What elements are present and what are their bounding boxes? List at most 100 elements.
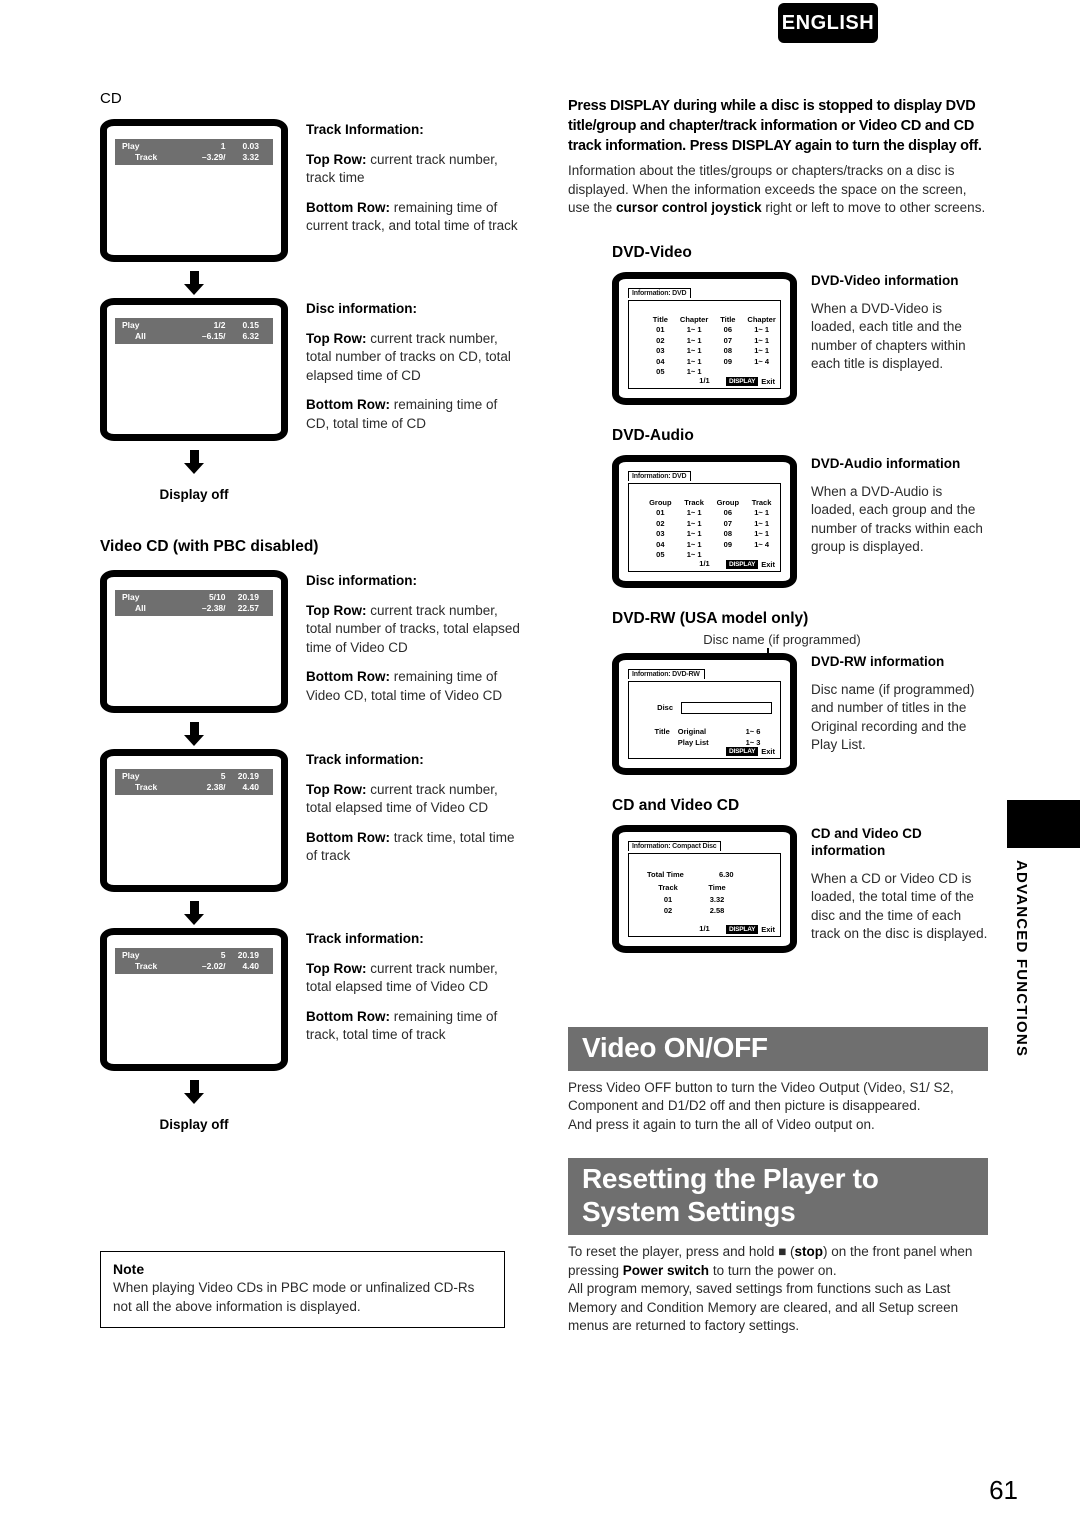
tv-screen-illustration: Play 1 0.03 Track –3.29/ 3.32 [100,119,288,262]
osd-value-1: 5/10 [208,592,226,602]
display-button-chip[interactable]: DISPLAY [726,376,759,386]
cell: 1~ 4 [754,356,769,366]
cell: 03 [656,529,665,538]
display-button-chip[interactable]: DISPLAY [726,924,759,934]
vcd-display-off-label: Display off [159,1117,229,1132]
osd-value-3: –6.15/ [201,330,226,341]
cell: 09 [723,539,733,549]
description-title: Track information: [306,752,424,767]
intro-body-text: Information about the titles/groups or c… [568,162,988,218]
flow-description: Disc information: Top Row: current track… [288,298,520,433]
row-label: Bottom Row: [306,1008,390,1024]
screen-tab-label: Information: DVD [628,287,692,298]
screen-exit-control[interactable]: DISPLAY Exit [726,376,775,386]
table-header-row: Title Chapter Title Chapter [629,315,780,326]
cell: 01 [663,894,673,904]
language-badge-label: ENGLISH [781,11,875,34]
table-row: 02 1~ 1 07 1~ 1 [629,336,780,347]
description-title: Disc information: [306,573,418,588]
cell: 1~ 1 [686,518,702,528]
disc-name-field[interactable] [681,701,772,714]
cell: 1~ 1 [686,335,702,345]
flow-arrow-down [100,1071,288,1107]
table-row: 03 1~ 1 08 1~ 1 [629,346,780,357]
intro-part-2: right or left to move to other screens. [761,200,986,215]
table-header-row: Track Time [647,883,745,892]
info-title: DVD-Audio information [811,455,961,471]
stop-keyword: stop [794,1244,824,1259]
col-header: Track [751,497,772,507]
osd-value-4: 4.40 [242,960,259,971]
screen-exit-control[interactable]: DISPLAY Exit [726,746,775,756]
note-body: When playing Video CDs in PBC mode or un… [113,1280,475,1314]
col-header: Group [716,497,740,507]
total-time-value: 6.30 [719,869,734,879]
arrow-down-icon [183,271,204,295]
cell: 08 [723,346,733,355]
dvd-video-table: Title Chapter Title Chapter 01 1~ 1 06 1… [629,315,780,378]
screen-exit-control[interactable]: DISPLAY Exit [726,559,775,569]
screen-exit-control[interactable]: DISPLAY Exit [726,924,775,934]
left-column: CD Play 1 0.03 Track –3.29/ 3.32 Track I… [100,90,520,1132]
osd-scope: Track [135,960,158,971]
row-label: Top Row: [306,960,367,976]
osd-value-3: –2.02/ [201,960,226,971]
row-label: Top Row: [306,151,367,167]
tv-screen-illustration: Play 1/2 0.15 All –6.15/ 6.32 [100,298,288,441]
col-header: Chapter [747,314,776,324]
dvd-rw-block: Information: DVD-RW Disc Title Original … [612,652,988,775]
cell: 1~ 1 [754,508,769,517]
table-row: Title Original 1~ 6 [639,726,772,737]
arrow-down-icon [183,450,204,474]
col-header: Track [658,882,678,892]
osd-bar: Play 5 20.19 Track –2.02/ 4.40 [115,948,273,974]
cd-display-off-label: Display off [159,487,229,502]
cell: 1~ 1 [686,346,702,355]
table-row: 04 1~ 1 09 1~ 4 [629,540,780,551]
tv-screen-illustration: Play 5/10 20.19 All –2.38/ 22.57 [100,570,288,713]
table-row: 02 2.58 [647,905,745,916]
exit-label: Exit [761,376,775,386]
osd-scope: Track [135,151,158,162]
display-button-chip[interactable]: DISPLAY [726,559,759,569]
col-header: Title [652,314,668,324]
vcd-flow-step-2: Play 5 20.19 Track 2.38/ 4.40 Track info… [100,749,520,928]
description-title: Disc information: [306,301,418,316]
table-header-row: Group Track Group Track [629,498,780,509]
side-tab-label: ADVANCED FUNCTIONS [1013,860,1030,1058]
cell: 01 [656,508,665,517]
cell: 02 [663,905,673,915]
total-time-row: Total Time 6.30 [647,870,770,879]
cd-video-cd-info: CD and Video CD information When a CD or… [797,825,988,944]
description-title: Track Information: [306,122,424,137]
exit-label: Exit [761,559,775,569]
osd-mode: Play [122,950,140,960]
note-box: Note When playing Video CDs in PBC mode … [100,1251,505,1328]
arrow-down-icon [183,722,204,746]
cell: 02 [656,518,665,528]
row-label: Top Row: [306,602,367,618]
video-onoff-body: Press Video OFF button to turn the Video… [568,1079,954,1132]
vcd-flow-step-1: Play 5/10 20.19 All –2.38/ 22.57 Disc in… [100,570,520,749]
display-button-chip[interactable]: DISPLAY [726,746,759,756]
cell: 1~ 1 [754,529,769,538]
dvd-video-info: DVD-Video information When a DVD-Video i… [797,272,988,374]
resetting-body: To reset the player, press and hold ■ (s… [568,1243,988,1336]
osd-value-3: –2.38/ [201,602,226,613]
screen-tab-label: Information: Compact Disc [628,840,722,851]
osd-value-1: 5 [220,950,226,960]
language-badge: ENGLISH [778,3,878,43]
cell: 1~ 1 [754,346,769,355]
table-row: 03 1~ 1 08 1~ 1 [629,529,780,540]
dvd-rw-screen: Information: DVD-RW Disc Title Original … [612,652,797,775]
cell: 1~ 1 [754,335,769,345]
cell: 01 [656,325,665,334]
table-row: 04 1~ 1 09 1~ 4 [629,357,780,368]
info-title: DVD-RW information [811,653,945,669]
dvd-video-block: Information: DVD Title Chapter Title Cha… [612,271,988,405]
table-row: 02 1~ 1 07 1~ 1 [629,519,780,530]
tv-screen-illustration: Play 5 20.19 Track –2.02/ 4.40 [100,928,288,1071]
osd-value-4: 6.32 [242,330,259,341]
osd-bar: Play 1 0.03 Track –3.29/ 3.32 [115,139,273,165]
